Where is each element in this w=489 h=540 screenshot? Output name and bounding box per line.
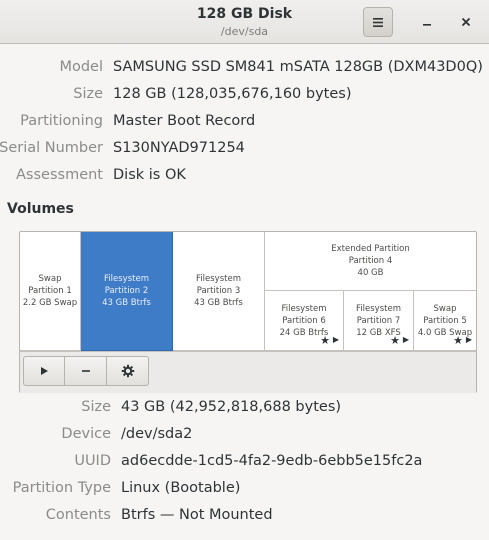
window-subtitle: /dev/sda: [220, 25, 269, 38]
partition-size: 2.2 GB Swap: [22, 298, 78, 308]
sel-device-value: /dev/sda2: [121, 426, 193, 442]
sel-device: Device: [0, 424, 111, 444]
partition-type: Filesystem: [281, 303, 327, 314]
partition-name: Partition 7: [356, 315, 401, 326]
partition-type: Swap: [433, 303, 457, 314]
partition-type: Filesystem: [356, 303, 401, 314]
prop-size: Size: [0, 84, 103, 104]
partition-3[interactable]: Filesystem Partition 3 43 GB Btrfs: [173, 232, 265, 351]
prop-serial-value: S130NYAD971254: [113, 140, 245, 156]
partition-name: Partition 3: [196, 286, 241, 296]
partition-name: Partition 6: [282, 315, 326, 326]
partition-name: Partition 4: [348, 256, 393, 266]
partition-size: 43 GB Btrfs: [102, 298, 151, 308]
sel-partition-type-value: Linux (Bootable): [121, 480, 241, 496]
partition-size: 43 GB Btrfs: [194, 298, 243, 308]
partition-2[interactable]: Filesystem Partition 2 43 GB Btrfs: [81, 232, 173, 351]
prop-label: Size: [81, 399, 111, 415]
delete-partition-button[interactable]: [65, 356, 107, 386]
sel-contents-value: Btrfs — Not Mounted: [121, 507, 273, 523]
partition-settings-button[interactable]: [107, 356, 149, 386]
play-icon: ▶: [465, 335, 472, 344]
partition-type: Filesystem: [196, 274, 241, 284]
prop-label: Size: [73, 86, 103, 102]
sel-size-value: 43 GB (42,952,818,688 bytes): [121, 399, 342, 415]
partition-1[interactable]: Swap Partition 1 2.2 GB Swap: [20, 232, 81, 351]
prop-label: Partitioning: [20, 113, 103, 129]
play-icon: ▶: [332, 335, 339, 344]
prop-label: Serial Number: [0, 140, 103, 156]
minus-icon: [81, 370, 90, 372]
volume-map: Swap Partition 1 2.2 GB Swap Filesystem …: [19, 231, 477, 393]
partition-type: Swap: [38, 274, 62, 284]
sel-partition-type: Partition Type: [0, 478, 111, 498]
mount-button[interactable]: [23, 356, 65, 386]
prop-partitioning-value: Master Boot Record: [113, 113, 256, 129]
prop-label: UUID: [74, 453, 111, 469]
partition-6[interactable]: Filesystem Partition 6 24 GB Btrfs ★ ▶: [265, 291, 344, 351]
window-title: 128 GB Disk: [196, 6, 293, 22]
minimize-button[interactable]: [417, 12, 437, 32]
hamburger-icon: [373, 17, 383, 27]
play-icon: [41, 367, 48, 375]
partition-type: Extended Partition: [331, 244, 410, 254]
prop-partitioning: Partitioning: [0, 111, 103, 131]
partition-size: 40 GB: [357, 268, 384, 278]
sel-uuid-value: ad6ecdde-1cd5-4fa2-9edb-6ebb5e15fc2a: [121, 453, 423, 469]
close-button[interactable]: [456, 12, 476, 32]
volumes-heading: Volumes: [7, 201, 74, 217]
partition-7[interactable]: Filesystem Partition 7 12 GB XFS ★ ▶: [344, 291, 414, 351]
star-icon: ★: [390, 334, 400, 347]
prop-model-value: SAMSUNG SSD SM841 mSATA 128GB (DXM43D0Q): [113, 59, 483, 75]
prop-assessment-value: Disk is OK: [113, 167, 186, 183]
partition-5[interactable]: Swap Partition 5 4.0 GB Swap ★ ▶: [414, 291, 476, 351]
prop-label: Contents: [45, 507, 111, 523]
gear-icon: [121, 364, 134, 378]
prop-size-value: 128 GB (128,035,676,160 bytes): [113, 86, 352, 102]
partition-size: 24 GB Btrfs: [279, 327, 329, 338]
partition-toolbar: [20, 351, 476, 393]
partition-name: Partition 1: [28, 286, 72, 296]
star-icon: ★: [453, 334, 463, 347]
prop-serial: Serial Number: [0, 138, 103, 158]
prop-model: Model: [0, 57, 103, 77]
sel-size: Size: [0, 397, 111, 417]
prop-label: Device: [61, 426, 111, 442]
prop-label: Assessment: [16, 167, 103, 183]
prop-label: Partition Type: [12, 480, 111, 496]
star-icon: ★: [320, 334, 330, 347]
header-bar: 128 GB Disk /dev/sda: [0, 0, 489, 44]
minimize-icon: [423, 24, 431, 26]
partition-name: Partition 2: [104, 286, 149, 296]
play-icon: ▶: [402, 335, 409, 344]
prop-assessment: Assessment: [0, 165, 103, 185]
prop-label: Model: [59, 59, 103, 75]
partition-name: Partition 5: [423, 315, 467, 326]
menu-button[interactable]: [363, 7, 393, 37]
close-icon: [461, 17, 471, 27]
sel-contents: Contents: [0, 505, 111, 525]
sel-uuid: UUID: [0, 451, 111, 471]
partition-4-extended[interactable]: Extended Partition Partition 4 40 GB: [265, 232, 476, 291]
partition-type: Filesystem: [104, 274, 149, 284]
